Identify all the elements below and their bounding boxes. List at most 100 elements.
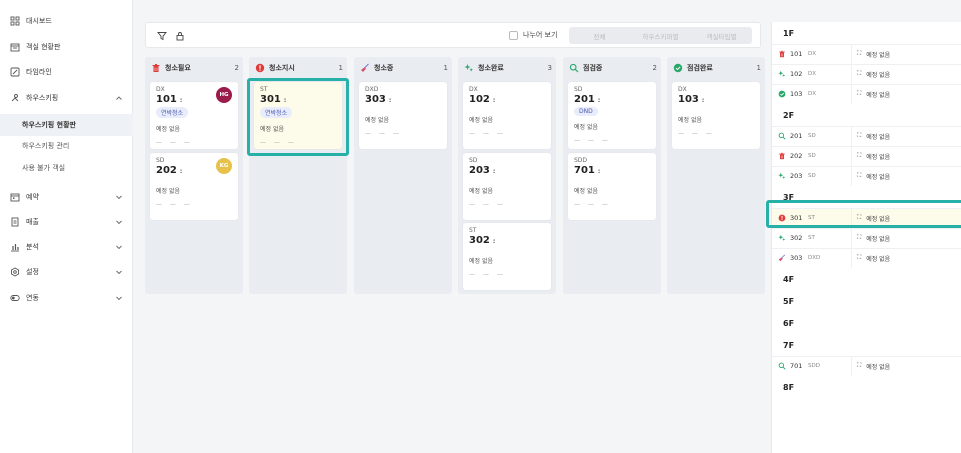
room-card[interactable]: SD 201: DND 예정 없음 — — — — [568, 82, 656, 149]
broom-icon — [777, 254, 786, 263]
room-row[interactable]: 303 DXD ⛶ 예정 없음 — [772, 248, 961, 268]
column-count: 3 — [547, 64, 552, 72]
split-view-checkbox[interactable] — [509, 30, 518, 40]
expand-icon[interactable]: : — [180, 168, 182, 175]
sidebar-subitem-unavailable-rooms[interactable]: 사용 불가 객실 — [0, 157, 133, 179]
expand-icon[interactable]: ⛶ — [857, 132, 861, 140]
sidebar-item-timeline[interactable]: 타임라인 — [0, 61, 133, 83]
room-type: DX — [808, 91, 817, 97]
expand-icon[interactable]: ⛶ — [857, 152, 861, 160]
sidebar-subitem-housekeeping-board[interactable]: 하우스키핑 현황판 — [0, 114, 133, 136]
sidebar-item-room-board[interactable]: 객실 현황판 — [0, 36, 133, 58]
room-number: 203: — [469, 165, 545, 176]
schedule-text: 예정 없음 — [156, 188, 180, 195]
expand-icon[interactable]: ⛶ — [857, 50, 861, 58]
avatar[interactable]: KG — [216, 158, 232, 174]
room-row[interactable]: 203 SD ⛶ 예정 없음 — [772, 166, 961, 186]
column-count: 2 — [234, 64, 239, 72]
floor-room-panel: 1F 101 DX ⛶ 예정 없음 102 DX ⛶ 예정 없음 103 DX ⛶ 예정 없음 2F 201… — [771, 22, 961, 453]
segment-by-housekeeper[interactable]: 하우스키퍼별 — [630, 27, 691, 44]
sidebar-item-dashboard[interactable]: 대시보드 — [0, 10, 133, 32]
trash-icon — [777, 152, 786, 161]
split-view-label: 나누어 보기 — [523, 31, 558, 39]
sidebar-item-housekeeping[interactable]: 하우스키핑 — [0, 87, 133, 109]
room-number-text: 201 — [574, 94, 595, 105]
expand-icon[interactable]: : — [598, 168, 600, 175]
expand-icon[interactable]: : — [493, 238, 495, 245]
avatar[interactable]: HG — [216, 87, 232, 103]
schedule-text: 예정 없음 — [574, 124, 598, 131]
sidebar-item-label: 예약 — [26, 193, 39, 201]
expand-icon[interactable]: : — [598, 97, 600, 104]
room-type: SD — [808, 133, 816, 139]
segment-all[interactable]: 전체 — [569, 27, 630, 44]
room-row[interactable]: 302 ST ⛶ 예정 없음 — [772, 228, 961, 248]
room-row[interactable]: 102 DX ⛶ 예정 없음 — [772, 64, 961, 84]
expand-icon[interactable]: : — [702, 97, 704, 104]
search-icon — [777, 362, 786, 371]
schedule-text: 예정 없음 — [156, 126, 180, 133]
view-mode-segment[interactable]: 전체 하우스키퍼별 객실타입별 — [569, 27, 752, 44]
trash-icon — [151, 63, 161, 73]
room-number: 102 — [790, 70, 803, 78]
kanban-column: 점검완료 1 DX 103: 예정 없음 — — — — [667, 57, 765, 294]
split-view-toggle[interactable]: 나누어 보기 — [509, 30, 557, 40]
schedule-text: 예정 없음 — [866, 71, 891, 79]
room-type: SD — [574, 86, 583, 93]
room-type: DXD — [808, 255, 821, 261]
room-row[interactable]: 201 SD ⛶ 예정 없음 — [772, 126, 961, 146]
room-row[interactable]: 202 SD ⛶ 예정 없음 — [772, 146, 961, 166]
expand-icon[interactable]: ⛶ — [857, 172, 861, 180]
room-card[interactable]: SD 202: 예정 없음 — — — KG — [150, 153, 238, 220]
room-card[interactable]: DXD 303: 예정 없음 — — — — [359, 82, 447, 149]
expand-icon[interactable]: : — [493, 97, 495, 104]
floor-header: 4F — [772, 268, 961, 290]
room-row[interactable]: 103 DX ⛶ 예정 없음 — [772, 84, 961, 104]
room-card[interactable]: SDD 701: 예정 없음 — — — — [568, 153, 656, 220]
room-card[interactable]: DX 102: 예정 없음 — — — — [463, 82, 551, 149]
expand-icon[interactable]: ⛶ — [857, 90, 861, 98]
kanban-column: 점검중 2 SD 201: DND 예정 없음 — — — SDD 701: 예정 없음 — — — — [563, 57, 661, 294]
schedule-cell: ⛶ 예정 없음 — [857, 362, 890, 371]
expand-icon[interactable]: ⛶ — [857, 362, 861, 370]
expand-icon[interactable]: ⛶ — [857, 70, 861, 78]
sidebar-item-sales[interactable]: 매출 — [0, 211, 133, 233]
segment-by-room-type[interactable]: 객실타입별 — [691, 27, 752, 44]
sidebar-item-reservation[interactable]: 예약 — [0, 186, 133, 208]
expand-icon[interactable]: ⛶ — [857, 254, 861, 262]
column-count: 2 — [652, 64, 657, 72]
sidebar-item-integration[interactable]: 연동 — [0, 287, 133, 309]
sidebar-item-analytics[interactable]: 분석 — [0, 236, 133, 258]
sparkle-icon — [464, 63, 474, 73]
expand-icon[interactable]: : — [389, 97, 391, 104]
filter-icon[interactable] — [157, 31, 167, 41]
schedule-cell: ⛶ 예정 없음 — [857, 152, 890, 161]
room-row[interactable]: 701 SDD ⛶ 예정 없음 — [772, 356, 961, 376]
sidebar-subitem-housekeeping-manage[interactable]: 하우스키핑 관리 — [0, 135, 133, 157]
sidebar-item-label: 하우스키핑 — [26, 94, 59, 102]
time-placeholder: — — — — [678, 130, 715, 137]
chevron-down-icon — [116, 270, 122, 275]
sidebar-item-label: 매출 — [26, 218, 39, 226]
sidebar-item-settings[interactable]: 설정 — [0, 261, 133, 283]
expand-icon[interactable]: : — [493, 168, 495, 175]
alert-icon — [255, 63, 265, 73]
room-card[interactable]: DX 101: 연박청소 예정 없음 — — — HG — [150, 82, 238, 149]
time-placeholder: — — — — [469, 201, 506, 208]
room-row[interactable]: 101 DX ⛶ 예정 없음 — [772, 44, 961, 64]
chevron-down-icon — [116, 245, 122, 250]
divider — [851, 166, 852, 186]
floor-header: 8F — [772, 376, 961, 398]
room-number: 203 — [790, 172, 803, 180]
room-card[interactable]: SD 203: 예정 없음 — — — — [463, 153, 551, 220]
lock-icon[interactable] — [175, 31, 185, 41]
room-card[interactable]: ST 302: 예정 없음 — — — — [463, 223, 551, 290]
broom-icon — [360, 63, 370, 73]
expand-icon[interactable]: ⛶ — [857, 234, 861, 242]
room-card[interactable]: DX 103: 예정 없음 — — — — [672, 82, 760, 149]
divider — [851, 44, 852, 64]
expand-icon[interactable]: : — [180, 97, 182, 104]
calendar-icon — [10, 192, 20, 202]
room-type: SDD — [808, 363, 820, 369]
kanban-column: 청소중 1 DXD 303: 예정 없음 — — — — [354, 57, 452, 294]
